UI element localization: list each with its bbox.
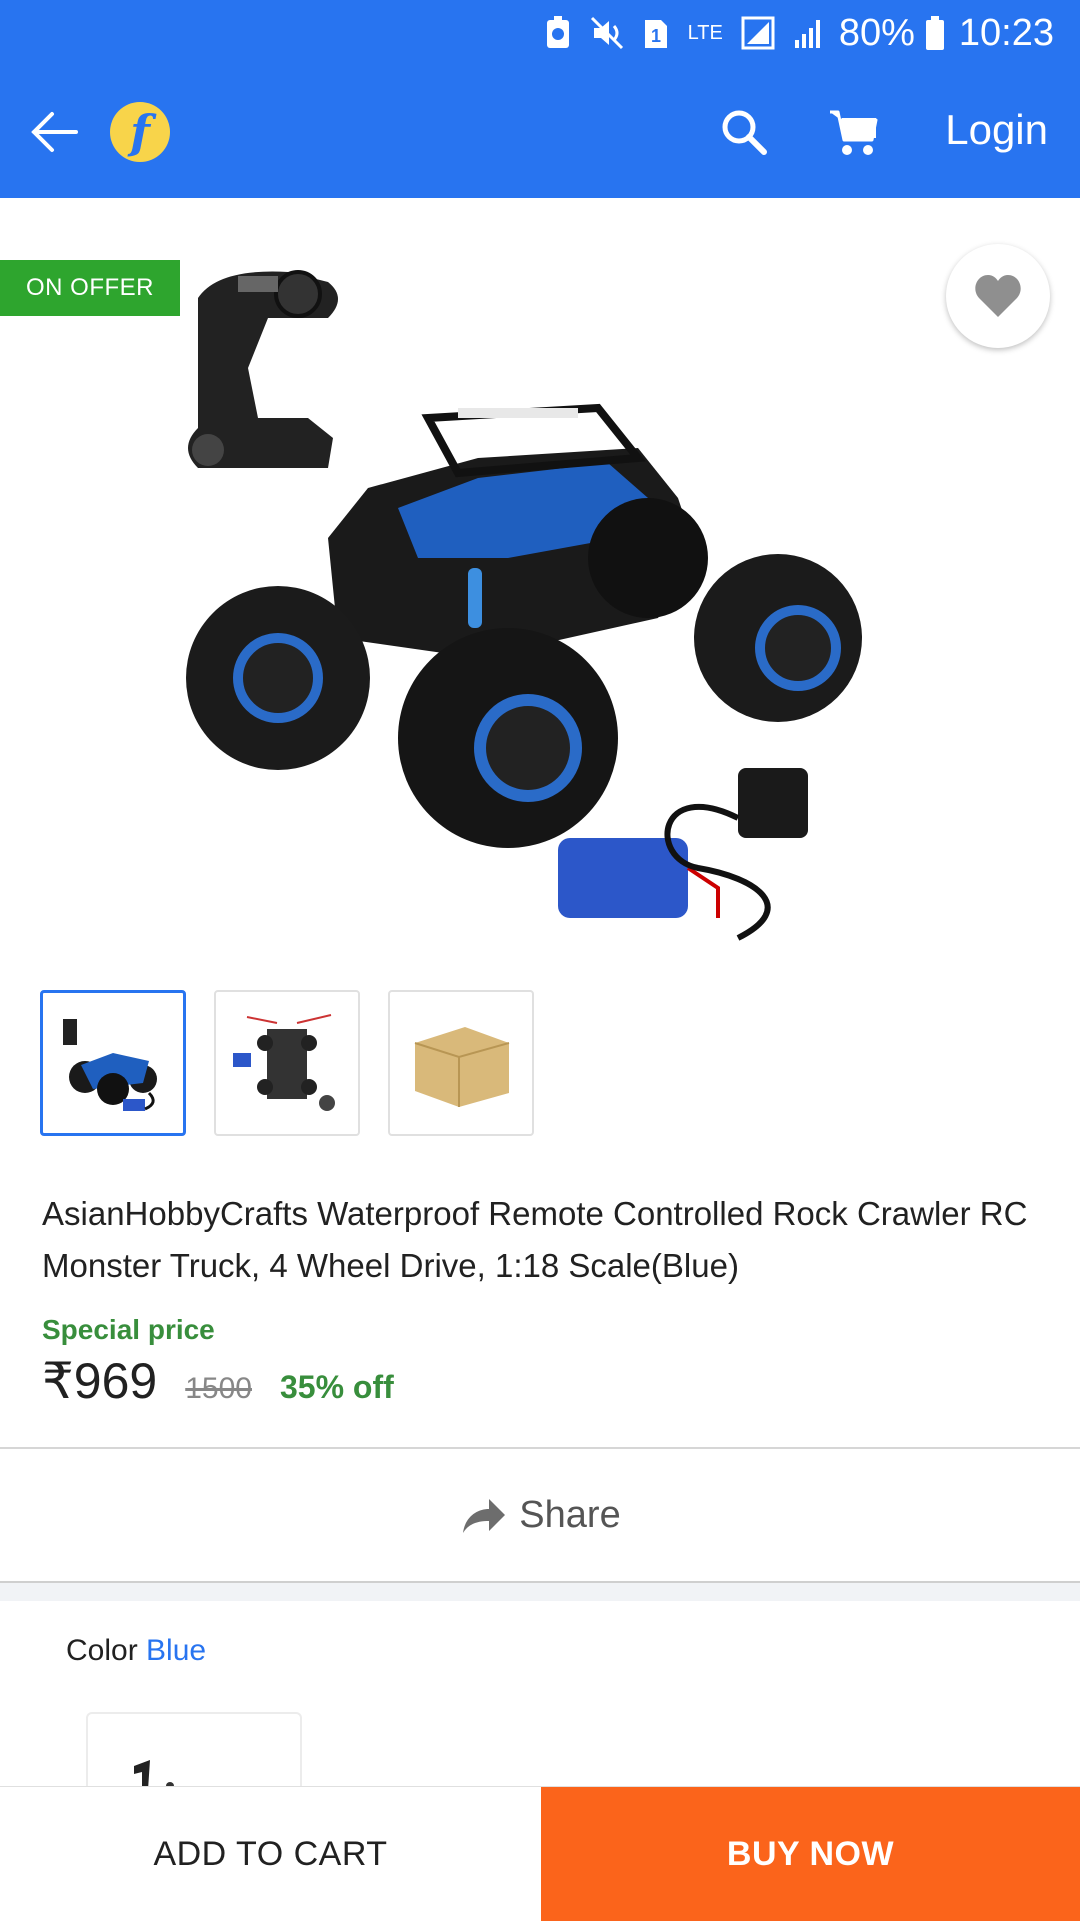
product-image-area: ON OFFER: [0, 198, 1080, 968]
section-separator: [0, 1581, 1080, 1601]
wishlist-button[interactable]: [946, 244, 1050, 348]
login-button[interactable]: Login: [945, 106, 1048, 154]
buy-now-button[interactable]: BUY NOW: [541, 1787, 1080, 1921]
discount-label: 35% off: [279, 1369, 394, 1405]
flipkart-logo[interactable]: f: [110, 102, 170, 162]
mute-icon: [590, 16, 623, 50]
add-to-cart-button[interactable]: ADD TO CART: [0, 1787, 541, 1921]
battery-saver-icon: [546, 16, 569, 48]
original-price: 1500: [185, 1372, 252, 1405]
on-offer-badge: ON OFFER: [0, 260, 180, 316]
thumbnail-image: [233, 1014, 335, 1111]
battery-percent: 80%: [838, 11, 915, 54]
color-label-text: Color: [66, 1634, 138, 1667]
network-type-label: LTE: [687, 22, 723, 44]
product-main-image[interactable]: [178, 258, 898, 958]
cart-icon[interactable]: [826, 104, 882, 160]
share-label: Share: [519, 1493, 621, 1536]
thumbnail-truck-with-remote[interactable]: [40, 990, 186, 1136]
remote-controller-graphic: [188, 270, 338, 468]
logo-letter: f: [130, 105, 150, 159]
thumbnail-packaging-box[interactable]: [388, 990, 534, 1136]
signal-icon: [741, 16, 775, 50]
status-bar: 1 LTE 80% 10:23: [0, 0, 1080, 66]
status-icons: 1 LTE: [544, 16, 823, 50]
bottom-action-bar: ADD TO CART BUY NOW: [0, 1786, 1080, 1921]
share-icon: [463, 1499, 506, 1533]
product-title: AsianHobbyCrafts Waterproof Remote Contr…: [42, 1195, 1028, 1284]
clock: 10:23: [958, 11, 1054, 54]
selected-color-value: Blue: [146, 1634, 207, 1667]
signal-bars-icon: [794, 20, 820, 48]
special-price-label: Special price: [42, 1314, 215, 1345]
heart-icon: [975, 275, 1021, 317]
app-bar: f Login: [0, 66, 1080, 198]
thumbnail-image: [414, 1027, 510, 1107]
sim-number: 1: [651, 26, 661, 46]
search-icon[interactable]: [716, 104, 772, 160]
thumbnail-parts-diagram[interactable]: [214, 990, 360, 1136]
price-row: ₹969 1500 35% off: [42, 1352, 394, 1410]
sim-icon: 1: [644, 20, 667, 48]
back-arrow-icon[interactable]: [28, 106, 80, 158]
battery-icon: [925, 16, 944, 50]
thumbnail-image: [63, 1019, 157, 1111]
color-option-label: Color Blue: [66, 1634, 206, 1668]
thumbnail-strip: [40, 990, 534, 1136]
selling-price: ₹969: [42, 1353, 158, 1409]
share-button[interactable]: Share: [0, 1449, 1080, 1581]
